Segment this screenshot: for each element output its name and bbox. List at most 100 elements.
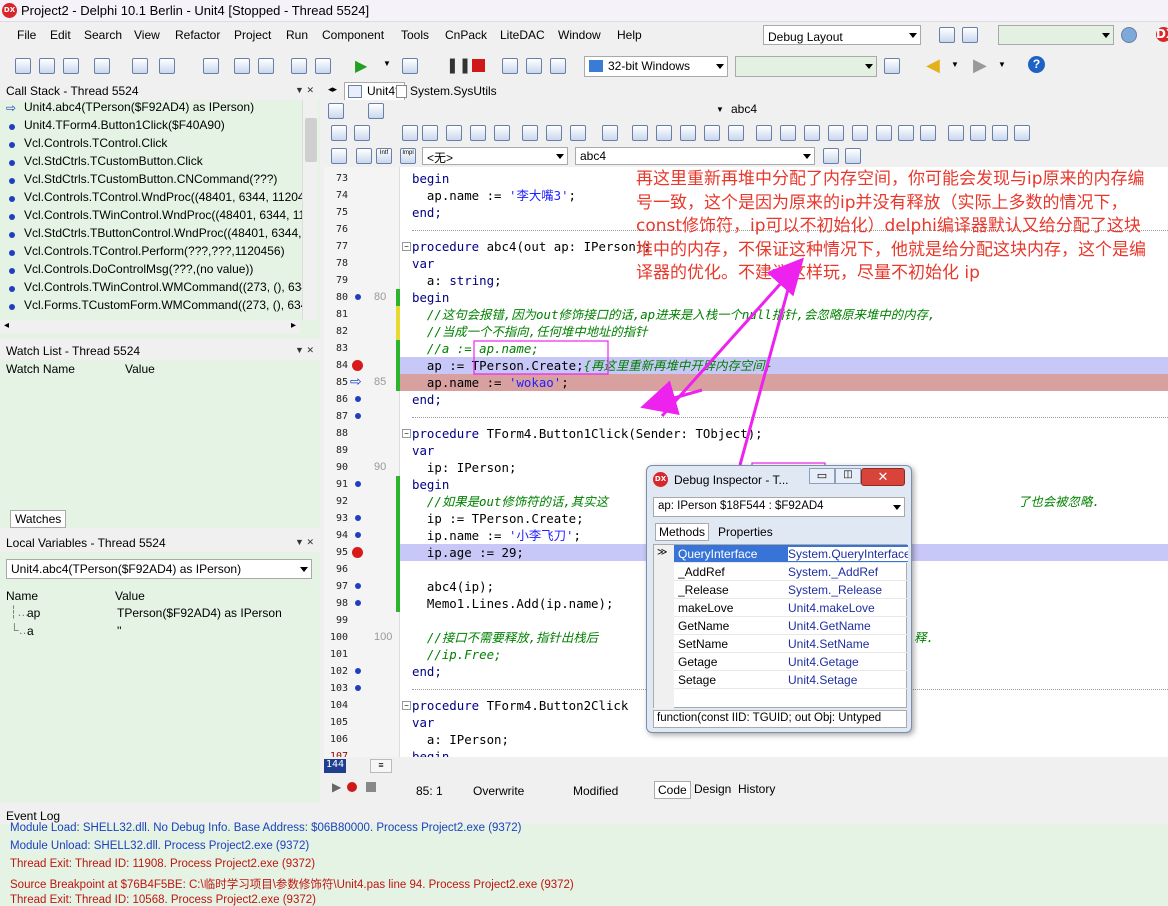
run-dropdown-icon[interactable]: ▼	[383, 59, 391, 68]
code-line[interactable]: //a := ap.name;	[412, 340, 539, 357]
tab-history[interactable]: History	[738, 782, 775, 796]
code-line[interactable]: //接口不需要释放,指针出栈后	[412, 629, 598, 646]
call-stack-item[interactable]: Vcl.Controls.TWinControl.WMCommand((273,…	[0, 280, 320, 298]
watch-name-column[interactable]: Watch Name	[6, 362, 75, 376]
executable-line-dot-icon[interactable]	[355, 668, 361, 674]
toolbar-tool-icon[interactable]	[1014, 125, 1030, 141]
breakpoint-check-icon[interactable]	[352, 547, 363, 558]
toolbar-tool-icon[interactable]	[632, 125, 648, 141]
call-stack-item[interactable]: Vcl.Controls.TControl.Click	[0, 136, 320, 154]
code-line[interactable]: ip: IPerson;	[412, 459, 517, 476]
unit-dropdown-icon[interactable]: ▼	[716, 105, 724, 114]
toolbar-tool-icon[interactable]	[494, 125, 510, 141]
event-log-line[interactable]: Source Breakpoint at $76B4F5BE: C:\临时学习项…	[0, 876, 1168, 894]
toolbar-tool-icon[interactable]	[656, 125, 672, 141]
executable-line-dot-icon[interactable]	[355, 600, 361, 606]
call-stack-item[interactable]: Unit4.TForm4.Button1Click($F40A90)	[0, 118, 320, 136]
record-macro-icon[interactable]	[347, 782, 357, 792]
menu-window[interactable]: Window	[558, 28, 601, 42]
menu-run[interactable]: Run	[286, 28, 308, 42]
class-combo[interactable]: <无>	[422, 147, 568, 165]
inspector-row[interactable]: _AddRef System._AddRef	[674, 563, 908, 581]
toolbar-tool-icon[interactable]	[546, 125, 562, 141]
toolbar-tool-icon[interactable]	[948, 125, 964, 141]
class-browser-icon[interactable]	[331, 148, 347, 164]
fold-toggle-icon[interactable]: −	[402, 701, 411, 710]
menu-component[interactable]: Component	[322, 28, 384, 42]
menu-help[interactable]: Help	[617, 28, 642, 42]
pause-icon[interactable]: ❚❚	[446, 56, 471, 74]
play-macro-icon[interactable]: ▶	[332, 780, 341, 794]
executable-line-dot-icon[interactable]	[355, 294, 361, 300]
menu-search[interactable]: Search	[84, 28, 122, 42]
toolbar-tool-icon[interactable]	[852, 125, 868, 141]
code-line[interactable]: //ip.Free;	[412, 646, 502, 663]
breakpoint-check-icon[interactable]	[352, 360, 363, 371]
unit-combo-value[interactable]: abc4	[731, 102, 757, 116]
menu-view[interactable]: View	[134, 28, 160, 42]
tab-sysutils[interactable]: System.SysUtils	[396, 83, 501, 100]
code-line[interactable]: ap := TPerson.Create;{再这里重新再堆中开辟内存空间}	[412, 357, 772, 374]
menu-edit[interactable]: Edit	[50, 28, 71, 42]
executable-line-dot-icon[interactable]	[355, 413, 361, 419]
code-line[interactable]: var	[412, 442, 434, 459]
toolbar-tool-icon[interactable]	[780, 125, 796, 141]
save-all-icon[interactable]	[234, 58, 250, 74]
executable-line-dot-icon[interactable]	[355, 583, 361, 589]
event-log-line[interactable]: Module Load: SHELL32.dll. No Debug Info.…	[0, 822, 1168, 840]
fold-toggle-icon[interactable]: −	[402, 429, 411, 438]
cnpack-icon[interactable]	[328, 103, 344, 119]
toolbar-tool-icon[interactable]	[920, 125, 936, 141]
platform-combo[interactable]: 32-bit Windows	[584, 56, 728, 77]
trace-into-icon[interactable]	[526, 58, 542, 74]
cnpack-menu-icon[interactable]	[368, 103, 384, 119]
call-stack-item[interactable]: Vcl.Controls.TControl.WndProc((48401, 63…	[0, 190, 320, 208]
menu-project[interactable]: Project	[234, 28, 271, 42]
event-log-line[interactable]: Module Unload: SHELL32.dll. Process Proj…	[0, 840, 1168, 858]
code-line[interactable]: //当成一个不指向,任何堆中地址的指针	[412, 323, 648, 340]
toolbar-tool-icon[interactable]	[680, 125, 696, 141]
inspector-row[interactable]: makeLove Unit4.makeLove	[674, 599, 908, 617]
toolbar-tool-icon[interactable]	[876, 125, 892, 141]
run-icon[interactable]: ▶	[355, 56, 367, 76]
tab-design[interactable]: Design	[694, 782, 731, 796]
toolbar-tool-icon[interactable]	[828, 125, 844, 141]
forward-icon[interactable]: ▶	[973, 55, 987, 76]
toolbar-tool-icon[interactable]	[704, 125, 720, 141]
add-to-project-icon[interactable]	[291, 58, 307, 74]
toolbar-tool-icon[interactable]	[602, 125, 618, 141]
layout-combo[interactable]: Debug Layout	[763, 25, 921, 45]
save-layout-icon[interactable]	[939, 27, 955, 43]
watch-value-column[interactable]: Value	[125, 362, 155, 376]
code-line[interactable]: end;	[412, 663, 442, 680]
code-line[interactable]: a: IPerson;	[412, 731, 509, 748]
toolbar-tool-icon[interactable]	[728, 125, 744, 141]
open-project-icon[interactable]	[159, 58, 175, 74]
debug-inspector-window[interactable]: DX Debug Inspector - T... ▭ ◫ ✕ ap: IPer…	[646, 465, 912, 733]
run-without-debug-icon[interactable]	[402, 58, 418, 74]
toolbar-tool-icon[interactable]	[470, 125, 486, 141]
executable-line-dot-icon[interactable]	[355, 396, 361, 402]
call-stack-item[interactable]: Vcl.Controls.DoControlMsg(???,(no value)…	[0, 262, 320, 280]
config-combo[interactable]	[735, 56, 877, 77]
tab-properties[interactable]: Properties	[718, 525, 773, 539]
inspector-expression-combo[interactable]: ap: IPerson $18F544 : $F92AD4	[653, 497, 905, 517]
code-line[interactable]: procedure abc4(out ap: IPerson);	[412, 238, 651, 255]
inspector-row[interactable]: Setage Unit4.Setage	[674, 671, 908, 689]
stop-icon[interactable]	[472, 59, 485, 72]
toolbar-tool-icon[interactable]	[570, 125, 586, 141]
code-line[interactable]: end;	[412, 391, 442, 408]
code-line[interactable]: end;	[412, 204, 442, 221]
help-icon[interactable]: ?	[1028, 56, 1045, 73]
fold-toggle-icon[interactable]: −	[402, 242, 411, 251]
toolbar-tool-icon[interactable]	[992, 125, 1008, 141]
back-icon[interactable]: ◀	[926, 55, 940, 76]
event-log-line[interactable]: Thread Exit: Thread ID: 11908. Process P…	[0, 858, 1168, 876]
new-file-icon[interactable]	[15, 58, 31, 74]
minimize-button[interactable]: ▭	[809, 468, 835, 484]
inspector-row[interactable]: SetName Unit4.SetName	[674, 635, 908, 653]
intf-icon[interactable]: Intf	[376, 148, 392, 164]
menu-refactor[interactable]: Refactor	[175, 28, 220, 42]
save-icon[interactable]	[203, 58, 219, 74]
new-items-icon[interactable]	[132, 58, 148, 74]
